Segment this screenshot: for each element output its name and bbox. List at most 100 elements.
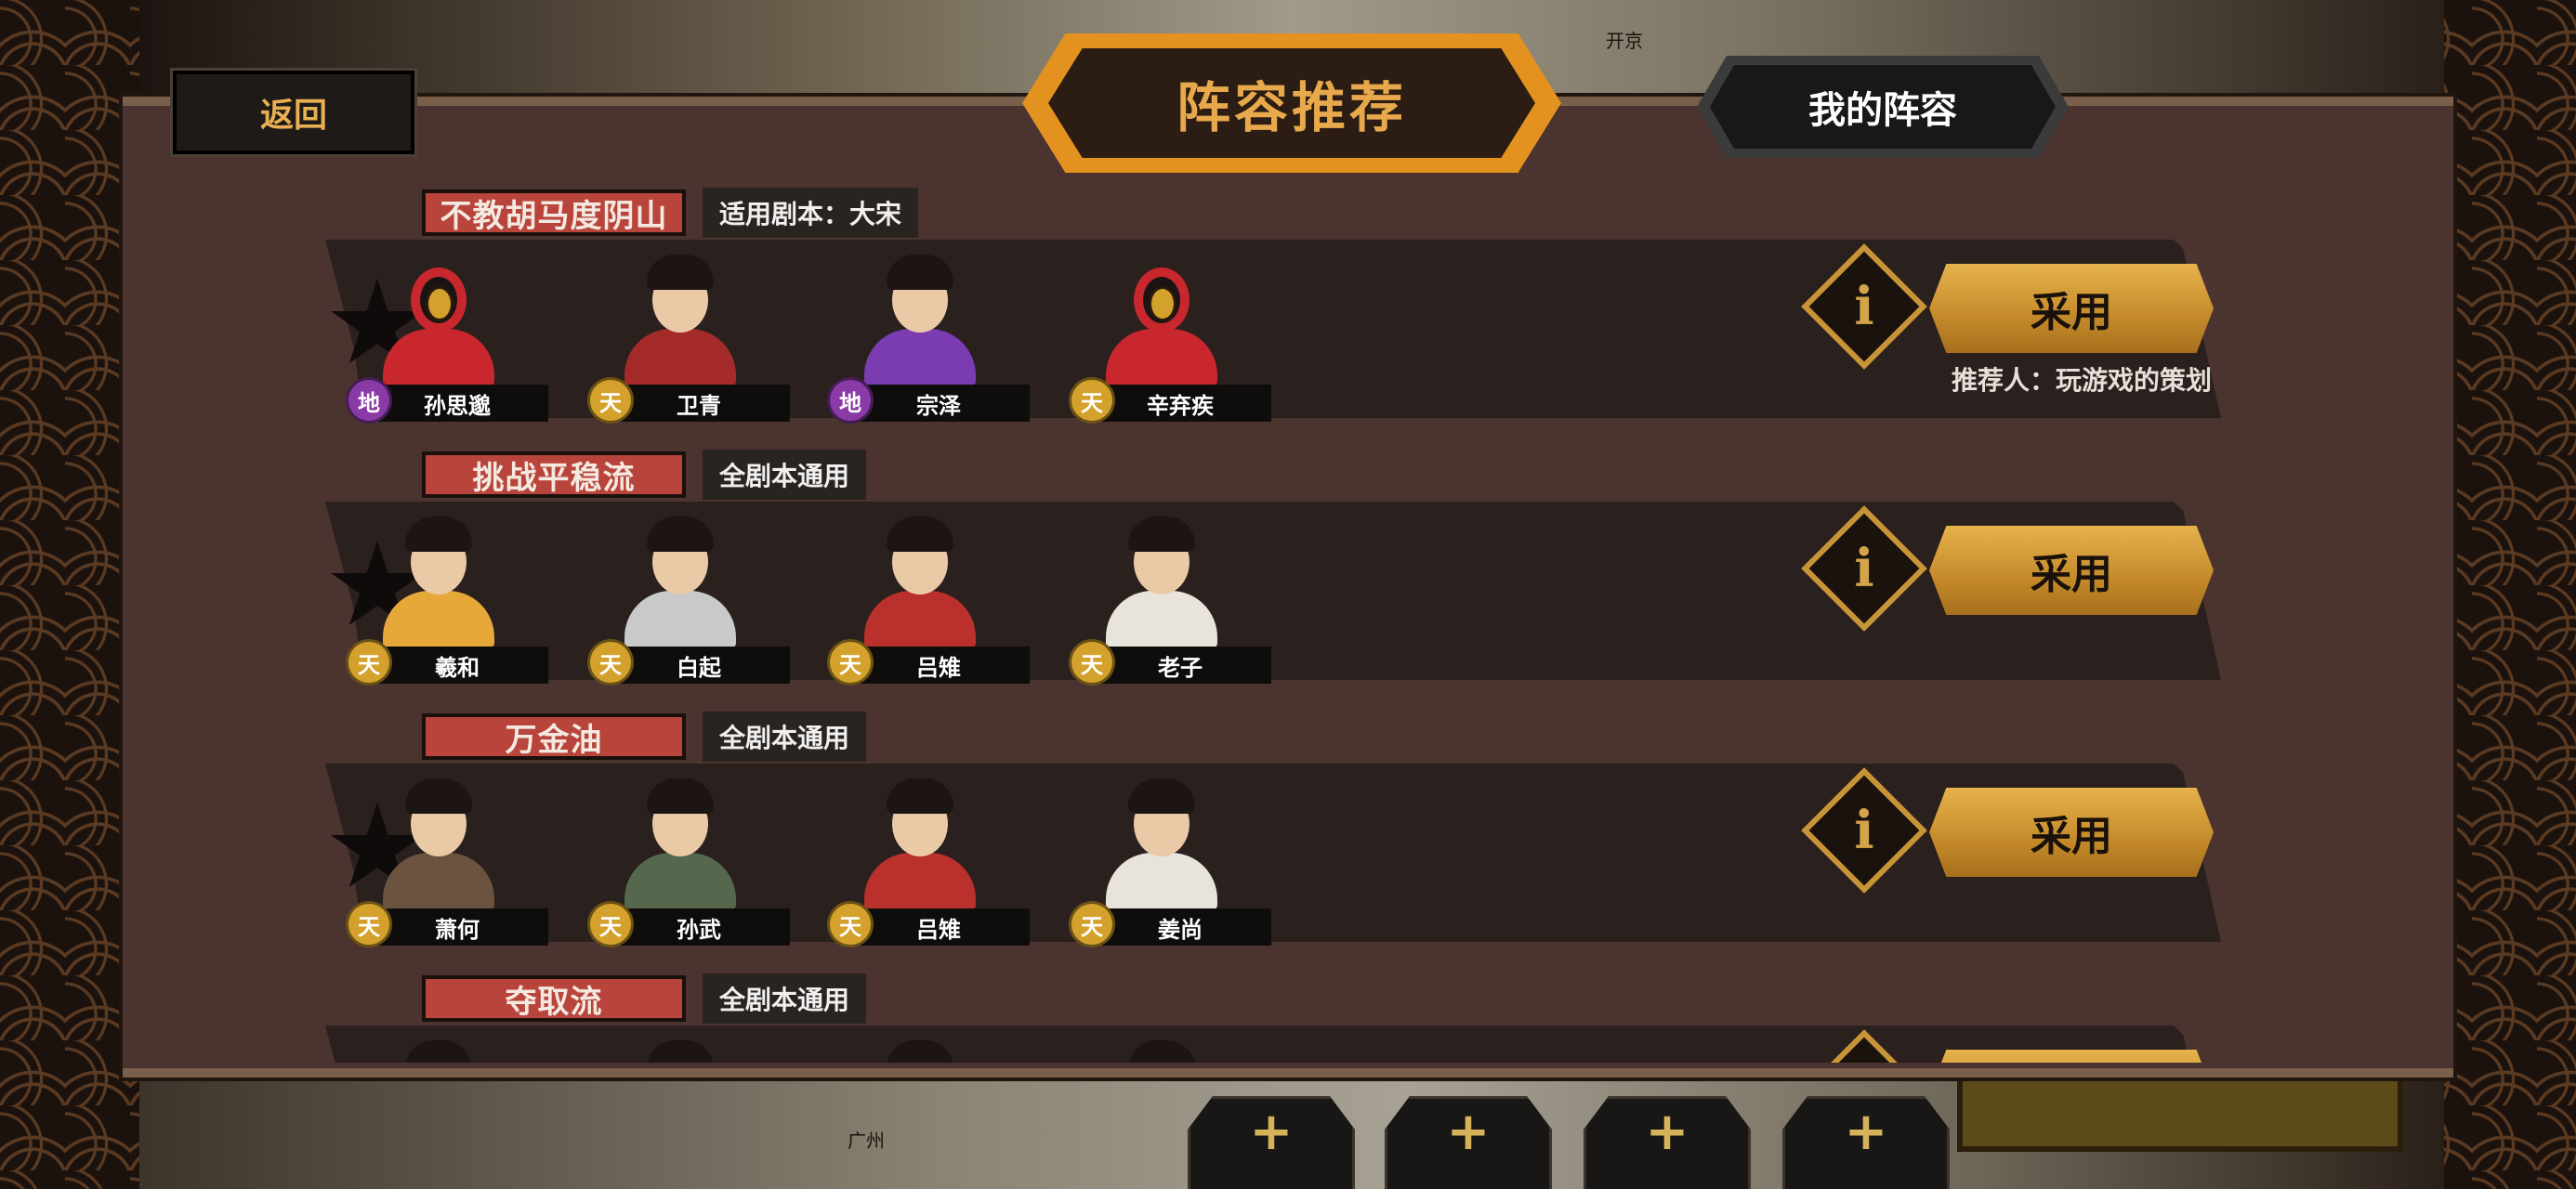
hero-name: 卫青 — [608, 385, 790, 422]
hero-name: 萧何 — [366, 908, 548, 946]
team-slot-3: + — [1584, 1096, 1751, 1189]
hero-portrait — [1097, 247, 1227, 386]
hero-card[interactable]: 孙武天 — [587, 771, 801, 947]
my-lineup-button[interactable]: 我的阵容 — [1710, 65, 2056, 149]
rank-badge: 天 — [1069, 639, 1115, 686]
hero-card[interactable]: 孙思邈地 — [346, 247, 559, 424]
mask-icon — [426, 286, 453, 321]
hero-portrait — [615, 247, 745, 386]
hero-portrait — [615, 1033, 745, 1063]
adopt-button[interactable]: 采用 — [1929, 788, 2214, 877]
hero-card[interactable]: 辛弃疾天 — [1069, 247, 1282, 424]
hero-hair — [647, 255, 714, 290]
hero-name: 白起 — [608, 647, 790, 684]
hero-hair — [887, 778, 953, 814]
hero-robe — [383, 591, 494, 648]
rank-badge: 天 — [1069, 901, 1115, 947]
back-button[interactable]: 返回 — [170, 68, 417, 157]
hero-name: 宗泽 — [848, 385, 1030, 422]
hero-card[interactable]: 萧何天 — [346, 771, 559, 947]
hero-robe — [383, 329, 494, 386]
hero-robe — [1106, 591, 1217, 648]
hero-name: 辛弃疾 — [1089, 385, 1271, 422]
hero-robe — [1106, 329, 1217, 386]
info-icon[interactable]: i — [1820, 786, 1909, 875]
hero-card[interactable] — [827, 1033, 1041, 1063]
adopt-button[interactable]: 采用 — [1929, 1050, 2214, 1063]
recommender-text: 推荐人：玩游戏的策划 — [1952, 365, 2213, 396]
hero-card[interactable] — [587, 1033, 801, 1063]
hero-name: 老子 — [1089, 647, 1271, 684]
rank-badge: 天 — [346, 901, 392, 947]
plus-icon: + — [1249, 1102, 1294, 1162]
hero-hair — [887, 255, 953, 290]
info-icon[interactable]: i — [1820, 262, 1909, 351]
hero-card[interactable]: 吕雉天 — [827, 509, 1041, 686]
hero-name: 孙思邈 — [366, 385, 548, 422]
info-icon[interactable]: i — [1820, 524, 1909, 613]
lineup-recommend-panel: 不教胡马度阴山 适用剧本：大宋 孙思邈地卫青天宗泽地辛弃疾天 i 采用 推荐人：玩游戏的策… — [123, 97, 2453, 1078]
mask-icon — [1149, 286, 1176, 321]
info-icon[interactable]: i — [1820, 1048, 1909, 1063]
hero-hair — [647, 778, 714, 814]
plus-icon: + — [1446, 1102, 1491, 1162]
rank-badge: 天 — [587, 377, 634, 424]
hero-portrait — [374, 509, 504, 648]
hero-portrait — [1097, 1033, 1227, 1063]
hero-hair — [647, 516, 714, 552]
rank-badge: 天 — [827, 639, 874, 686]
lineup-group: 挑战平稳流 全剧本通用 羲和天白起天吕雉天老子天 i 采用 — [123, 450, 2453, 693]
hero-robe — [864, 853, 976, 910]
hero-card[interactable] — [1069, 1033, 1282, 1063]
hero-card[interactable]: 姜尚天 — [1069, 771, 1282, 947]
lineup-name: 不教胡马度阴山 — [422, 189, 686, 236]
hero-robe — [1106, 853, 1217, 910]
team-slot-4: + — [1782, 1096, 1950, 1189]
rank-badge: 地 — [827, 377, 874, 424]
lineup-scenario: 适用剧本：大宋 — [703, 188, 919, 238]
hero-portrait — [615, 771, 745, 910]
page-title: 阵容推荐 — [1048, 48, 1535, 158]
team-slot-2: + — [1385, 1096, 1552, 1189]
rank-badge: 地 — [346, 377, 392, 424]
hero-card[interactable]: 吕雉天 — [827, 771, 1041, 947]
hero-robe — [383, 853, 494, 910]
hero-portrait — [855, 509, 985, 648]
hero-card[interactable]: 老子天 — [1069, 509, 1282, 686]
hero-robe — [864, 591, 976, 648]
lineup-list[interactable]: 不教胡马度阴山 适用剧本：大宋 孙思邈地卫青天宗泽地辛弃疾天 i 采用 推荐人：玩游戏的策… — [123, 106, 2453, 1063]
hero-hair — [405, 1040, 472, 1063]
lineup-group: 万金油 全剧本通用 萧何天孙武天吕雉天姜尚天 i 采用 — [123, 712, 2453, 955]
hero-name: 羲和 — [366, 647, 548, 684]
hero-robe — [864, 329, 976, 386]
adopt-button[interactable]: 采用 — [1929, 264, 2214, 353]
rank-badge: 天 — [1069, 377, 1115, 424]
rank-badge: 天 — [587, 901, 634, 947]
plus-icon: + — [1645, 1102, 1689, 1162]
hero-hair — [405, 516, 472, 552]
hero-hair — [1128, 516, 1195, 552]
hero-portrait — [1097, 771, 1227, 910]
hero-portrait — [374, 247, 504, 386]
hero-card[interactable] — [346, 1033, 559, 1063]
hero-card[interactable]: 白起天 — [587, 509, 801, 686]
hero-hair — [1128, 1040, 1195, 1063]
hero-name: 孙武 — [608, 908, 790, 946]
hero-portrait — [374, 1033, 504, 1063]
hero-portrait — [615, 509, 745, 648]
rank-badge: 天 — [827, 901, 874, 947]
hero-card[interactable]: 羲和天 — [346, 509, 559, 686]
map-city-label: 开京 — [1606, 30, 1643, 52]
map-city-label: 广州 — [848, 1130, 885, 1152]
lineup-name: 夺取流 — [422, 975, 686, 1022]
hero-name: 吕雉 — [848, 908, 1030, 946]
hero-card[interactable]: 卫青天 — [587, 247, 801, 424]
lineup-name: 万金油 — [422, 713, 686, 760]
hero-card[interactable]: 宗泽地 — [827, 247, 1041, 424]
background-panel — [1957, 1068, 2403, 1152]
adopt-button[interactable]: 采用 — [1929, 526, 2214, 615]
hero-name: 姜尚 — [1089, 908, 1271, 946]
hero-robe — [624, 329, 736, 386]
rank-badge: 天 — [587, 639, 634, 686]
hero-hair — [1128, 778, 1195, 814]
